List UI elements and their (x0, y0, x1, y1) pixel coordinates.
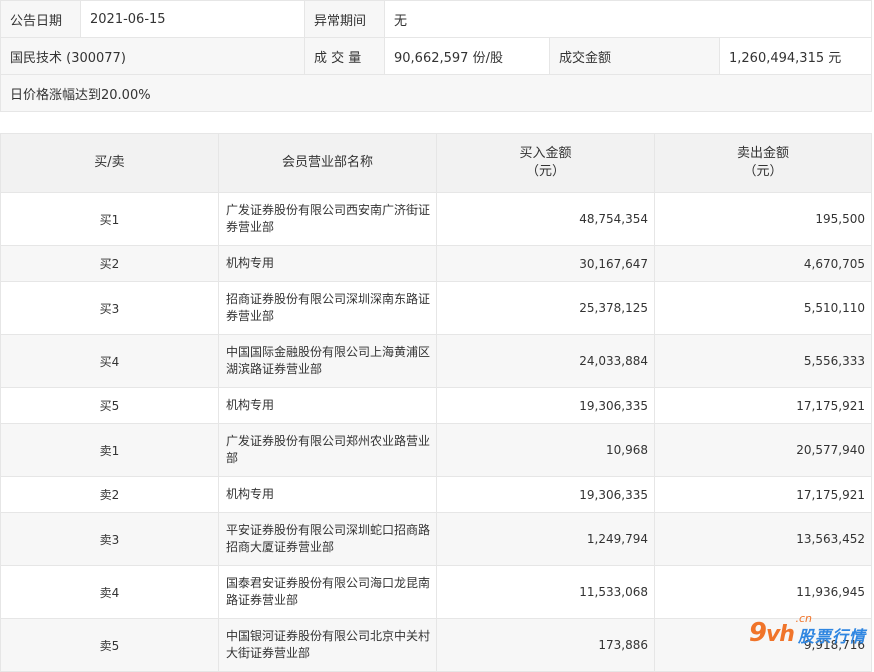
header-side: 买/卖 (0, 133, 219, 193)
row-side: 卖2 (0, 476, 219, 513)
row-sell-amount: 5,556,333 (654, 334, 872, 388)
table-row: 卖4 国泰君安证券股份有限公司海口龙昆南路证券营业部 11,533,068 11… (0, 565, 872, 619)
table-row: 卖3 平安证券股份有限公司深圳蛇口招商路招商大厦证券营业部 1,249,794 … (0, 512, 872, 566)
row-side: 买2 (0, 245, 219, 282)
row-sell-amount: 11,936,945 (654, 565, 872, 619)
abnormal-period-label: 异常期间 (304, 0, 385, 38)
listing-reason: 日价格涨幅达到20.00% (0, 74, 872, 112)
row-sell-amount: 5,510,110 (654, 281, 872, 335)
row-buy-amount: 30,167,647 (436, 245, 655, 282)
trade-detail-table: 买/卖 会员营业部名称 买入金额 （元） 卖出金额 （元） 买1 广发证券股份有… (0, 133, 872, 672)
row-sell-amount: 9,918,716 (654, 618, 872, 672)
table-row: 买5 机构专用 19,306,335 17,175,921 (0, 387, 872, 424)
row-buy-amount: 24,033,884 (436, 334, 655, 388)
summary-row-date: 公告日期 2021-06-15 异常期间 无 (0, 0, 872, 38)
row-broker: 中国国际金融股份有限公司上海黄浦区湖滨路证券营业部 (218, 334, 437, 388)
stock-name: 国民技术 (300077) (0, 37, 305, 75)
row-broker: 平安证券股份有限公司深圳蛇口招商路招商大厦证券营业部 (218, 512, 437, 566)
table-row: 卖2 机构专用 19,306,335 17,175,921 (0, 476, 872, 513)
header-sell-amount-title: 卖出金额 (736, 146, 789, 161)
announce-date-value: 2021-06-15 (80, 0, 305, 38)
row-sell-amount: 13,563,452 (654, 512, 872, 566)
header-buy-amount-title: 买入金额 (519, 146, 572, 161)
volume-value: 90,662,597 份/股 (384, 37, 550, 75)
header-sell-amount: 卖出金额 （元） (654, 133, 872, 193)
row-buy-amount: 10,968 (436, 423, 655, 477)
row-buy-amount: 48,754,354 (436, 192, 655, 246)
header-broker: 会员营业部名称 (218, 133, 437, 193)
summary-row-volume: 国民技术 (300077) 成 交 量 90,662,597 份/股 成交金额 … (0, 37, 872, 75)
table-row: 买2 机构专用 30,167,647 4,670,705 (0, 245, 872, 282)
summary-row-reason: 日价格涨幅达到20.00% (0, 74, 872, 112)
table-row: 买1 广发证券股份有限公司西安南广济街证券营业部 48,754,354 195,… (0, 192, 872, 246)
table-row: 买3 招商证券股份有限公司深圳深南东路证券营业部 25,378,125 5,51… (0, 281, 872, 335)
row-side: 卖1 (0, 423, 219, 477)
header-sell-amount-unit: （元） (743, 164, 783, 179)
summary-table: 公告日期 2021-06-15 异常期间 无 国民技术 (300077) 成 交… (0, 0, 872, 112)
row-side: 买1 (0, 192, 219, 246)
row-side: 卖3 (0, 512, 219, 566)
volume-label: 成 交 量 (304, 37, 385, 75)
abnormal-period-value: 无 (384, 0, 872, 38)
announce-date-label: 公告日期 (0, 0, 81, 38)
row-side: 买5 (0, 387, 219, 424)
row-broker: 广发证券股份有限公司郑州农业路营业部 (218, 423, 437, 477)
row-sell-amount: 17,175,921 (654, 387, 872, 424)
header-buy-amount: 买入金额 （元） (436, 133, 655, 193)
row-sell-amount: 4,670,705 (654, 245, 872, 282)
row-buy-amount: 1,249,794 (436, 512, 655, 566)
row-broker: 广发证券股份有限公司西安南广济街证券营业部 (218, 192, 437, 246)
table-header-row: 买/卖 会员营业部名称 买入金额 （元） 卖出金额 （元） (0, 133, 872, 193)
table-row: 卖1 广发证券股份有限公司郑州农业路营业部 10,968 20,577,940 (0, 423, 872, 477)
row-broker: 机构专用 (218, 476, 437, 513)
row-buy-amount: 11,533,068 (436, 565, 655, 619)
row-buy-amount: 19,306,335 (436, 387, 655, 424)
row-buy-amount: 173,886 (436, 618, 655, 672)
header-buy-amount-unit: （元） (525, 164, 565, 179)
row-broker: 中国银河证券股份有限公司北京中关村大街证券营业部 (218, 618, 437, 672)
row-broker: 招商证券股份有限公司深圳深南东路证券营业部 (218, 281, 437, 335)
row-broker: 机构专用 (218, 245, 437, 282)
row-broker: 机构专用 (218, 387, 437, 424)
row-sell-amount: 20,577,940 (654, 423, 872, 477)
row-side: 卖5 (0, 618, 219, 672)
row-side: 买4 (0, 334, 219, 388)
turnover-label: 成交金额 (549, 37, 720, 75)
turnover-value: 1,260,494,315 元 (719, 37, 872, 75)
table-row: 买4 中国国际金融股份有限公司上海黄浦区湖滨路证券营业部 24,033,884 … (0, 334, 872, 388)
row-buy-amount: 25,378,125 (436, 281, 655, 335)
row-sell-amount: 17,175,921 (654, 476, 872, 513)
row-side: 买3 (0, 281, 219, 335)
row-side: 卖4 (0, 565, 219, 619)
row-buy-amount: 19,306,335 (436, 476, 655, 513)
table-row: 卖5 中国银河证券股份有限公司北京中关村大街证券营业部 173,886 9,91… (0, 618, 872, 672)
row-sell-amount: 195,500 (654, 192, 872, 246)
row-broker: 国泰君安证券股份有限公司海口龙昆南路证券营业部 (218, 565, 437, 619)
